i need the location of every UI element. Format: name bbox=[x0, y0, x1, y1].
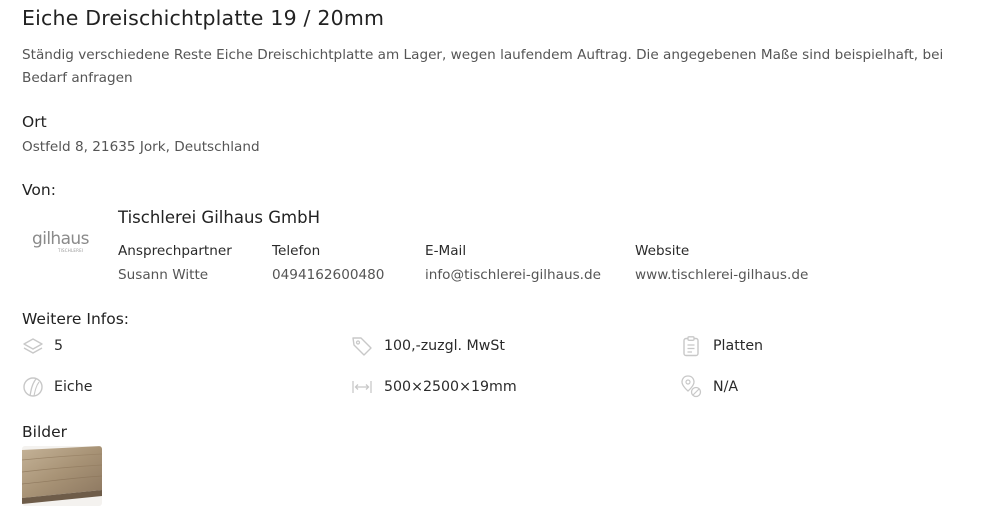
contact-label: Ansprechpartner bbox=[118, 243, 232, 259]
product-image-thumbnail[interactable] bbox=[22, 446, 102, 506]
layers-icon bbox=[23, 338, 43, 354]
seller-logo: gilhaus TISCHLEREI bbox=[32, 231, 94, 257]
info-item-dimensions bbox=[351, 376, 373, 402]
phone-label: Telefon bbox=[272, 243, 321, 259]
seller-logo-wordmark: gilhaus bbox=[32, 229, 89, 249]
website-label: Website bbox=[635, 243, 690, 259]
info-item-location bbox=[680, 374, 702, 402]
info-item-category bbox=[680, 335, 702, 361]
info-item-material bbox=[22, 376, 44, 402]
info-category-value: Platten bbox=[713, 338, 764, 354]
website-link[interactable]: www.tischlerei-gilhaus.de bbox=[635, 267, 808, 283]
location-heading: Ort bbox=[22, 113, 47, 131]
info-quantity-value: 5 bbox=[54, 338, 64, 354]
phone-value[interactable]: 0494162600480 bbox=[272, 267, 384, 283]
location-address: Ostfeld 8, 21635 Jork, Deutschland bbox=[22, 139, 260, 155]
info-price-value: 100,-zuzgl. MwSt bbox=[384, 338, 505, 354]
seller-heading: Von: bbox=[22, 181, 56, 199]
info-item-quantity bbox=[22, 335, 44, 361]
price-tag-icon bbox=[352, 337, 372, 356]
info-material-value: Eiche bbox=[54, 379, 93, 395]
images-heading: Bilder bbox=[22, 423, 67, 441]
dimensions-icon bbox=[352, 381, 372, 393]
info-location-value: N/A bbox=[713, 379, 739, 395]
info-dimensions-value: 500×2500×19mm bbox=[384, 379, 517, 395]
more-info-heading: Weitere Infos: bbox=[22, 310, 130, 328]
seller-company-name: Tischlerei Gilhaus GmbH bbox=[118, 208, 320, 227]
info-item-price bbox=[351, 335, 373, 361]
email-label: E-Mail bbox=[425, 243, 467, 259]
wood-grain-icon bbox=[23, 377, 43, 397]
contact-value: Susann Witte bbox=[118, 267, 209, 283]
wood-board-image bbox=[22, 446, 102, 506]
clipboard-icon bbox=[683, 336, 699, 357]
email-link[interactable]: info@tischlerei-gilhaus.de bbox=[425, 267, 601, 283]
listing-description: Ständig verschiedene Reste Eiche Dreisch… bbox=[22, 47, 944, 86]
seller-logo-subtext: TISCHLEREI bbox=[58, 248, 84, 253]
page-title: Eiche Dreischichtplatte 19 / 20mm bbox=[22, 6, 385, 30]
location-pin-icon bbox=[681, 375, 702, 398]
